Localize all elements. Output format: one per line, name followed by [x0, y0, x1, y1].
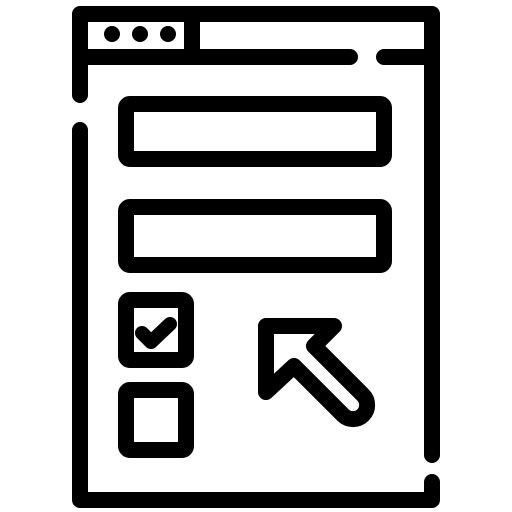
text-field-icon: [118, 96, 392, 167]
three-dots-icon: [104, 26, 176, 42]
web-form-icon: [0, 0, 512, 512]
checkbox-unchecked-icon: [118, 382, 194, 458]
web-form-svg: [72, 6, 440, 508]
pointer-cursor-icon: [258, 318, 376, 428]
text-field-icon: [118, 199, 392, 273]
checkmark-icon: [135, 317, 177, 349]
